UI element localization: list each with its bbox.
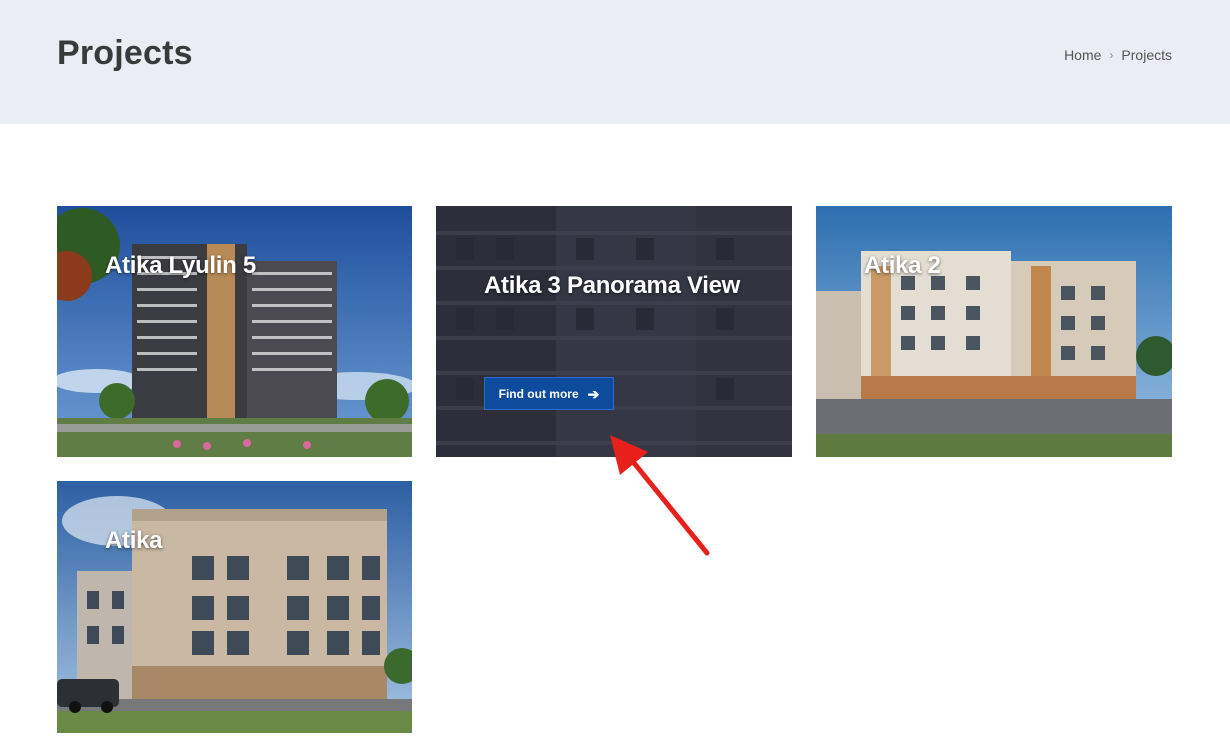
project-image (57, 481, 412, 733)
breadcrumb-current: Projects (1121, 47, 1172, 63)
page-title: Projects (57, 34, 193, 72)
project-title: Atika 3 Panorama View (484, 272, 741, 299)
project-card-atika-3-panorama-view[interactable]: Atika 3 Panorama View Find out more ➔ (436, 206, 792, 457)
project-title: Atika 2 (864, 252, 941, 279)
page-header: Projects Home › Projects (0, 0, 1230, 124)
find-out-more-label: Find out more (498, 386, 579, 401)
breadcrumb-home-link[interactable]: Home (1064, 47, 1101, 63)
project-title: Atika Lyulin 5 (105, 252, 256, 279)
breadcrumb: Home › Projects (1064, 47, 1172, 63)
project-card-atika-lyulin-5[interactable]: Atika Lyulin 5 (57, 206, 412, 457)
project-card-atika-2[interactable]: Atika 2 (816, 206, 1172, 457)
project-card-atika[interactable]: Atika (57, 481, 412, 733)
project-image (57, 206, 412, 457)
chevron-right-icon: › (1109, 48, 1114, 62)
project-title: Atika (105, 527, 163, 554)
project-image (816, 206, 1172, 457)
find-out-more-button[interactable]: Find out more ➔ (484, 377, 614, 410)
hover-overlay (436, 206, 792, 457)
arrow-right-icon: ➔ (587, 385, 600, 402)
